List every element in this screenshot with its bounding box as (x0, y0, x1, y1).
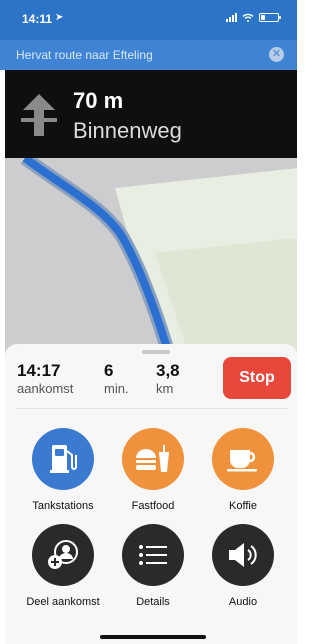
remaining-minutes-value: 6 (104, 361, 114, 380)
remaining-distance-value: 3,8 (156, 361, 180, 380)
action-label-details: Details (136, 596, 170, 608)
maneuver-distance: 70 m (73, 88, 124, 113)
action-deel-aankomst[interactable]: Deel aankomst (18, 524, 108, 608)
action-koffie[interactable]: Koffie (198, 428, 288, 512)
arrival-time-value: 14:17 (17, 361, 61, 380)
close-icon[interactable]: ✕ (269, 47, 284, 62)
remaining-minutes-label: min. (104, 381, 129, 396)
location-arrow-icon: ➤ (55, 12, 64, 23)
action-label-tankstations: Tankstations (32, 500, 94, 512)
arrival-time: 14:17 aankomst (17, 361, 73, 397)
resume-route-bar[interactable]: Hervat route naar Efteling ✕ (0, 40, 297, 70)
action-label-audio: Audio (228, 596, 258, 608)
share-arrival-icon[interactable] (32, 524, 94, 586)
status-icons (226, 13, 281, 22)
action-label-deel-aankomst: Deel aankomst (26, 596, 100, 608)
action-label-koffie: Koffie (229, 500, 257, 512)
arrival-time-label: aankomst (17, 381, 74, 396)
fuel-pump-icon[interactable] (32, 428, 94, 490)
action-tankstations[interactable]: Tankstations (18, 428, 108, 512)
home-indicator[interactable] (100, 635, 206, 639)
speaker-icon[interactable] (212, 524, 274, 586)
direction-banner: 70 m Binnenweg (5, 70, 297, 158)
remaining-distance: 3,8 km (156, 361, 180, 397)
status-bar: 14:11 ➤ (0, 0, 297, 40)
map-view[interactable] (5, 158, 297, 358)
action-fastfood[interactable]: Fastfood (108, 428, 198, 512)
action-details[interactable]: Details (108, 524, 198, 608)
action-label-fastfood: Fastfood (131, 500, 175, 512)
maneuver-street: Binnenweg (73, 118, 182, 143)
remaining-minutes: 6 min. (104, 361, 129, 397)
resume-route-label[interactable]: Hervat route naar Efteling (16, 48, 153, 62)
divider (17, 408, 287, 409)
battery-icon (259, 13, 281, 22)
signal-icon (226, 13, 237, 22)
list-icon[interactable] (122, 524, 184, 586)
navigation-sheet: 14:17 aankomst 6 min. 3,8 km Stop Tankst… (5, 344, 297, 644)
coffee-cup-icon[interactable] (212, 428, 274, 490)
map-canvas[interactable] (5, 158, 297, 358)
stop-button[interactable]: Stop (223, 357, 291, 399)
status-time: 14:11 (22, 12, 53, 26)
sheet-grabber[interactable] (142, 350, 170, 354)
burger-drink-icon[interactable] (122, 428, 184, 490)
remaining-distance-label: km (156, 381, 174, 396)
action-audio[interactable]: Audio (198, 524, 288, 608)
wifi-icon (242, 13, 254, 22)
straight-arrow-icon (21, 94, 57, 136)
